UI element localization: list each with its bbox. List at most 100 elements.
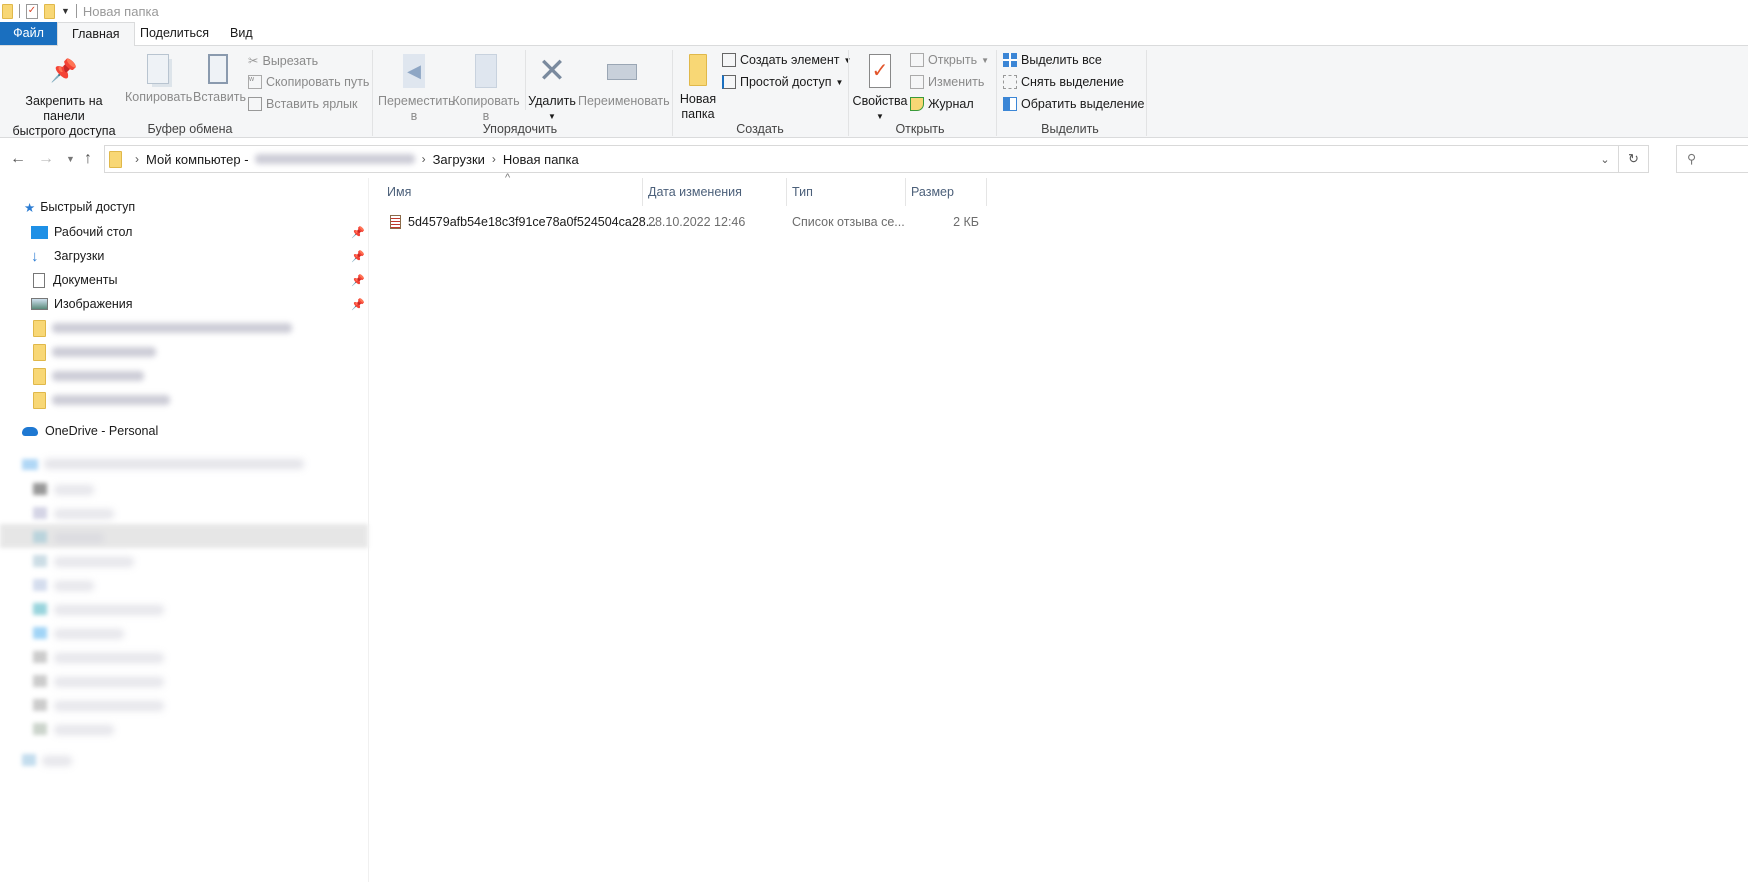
customize-qa-icon[interactable]: ▼ [61,6,70,16]
move-icon: ◀ [403,54,425,88]
history-icon [910,97,924,111]
up-button[interactable]: ↑ [84,145,92,173]
folder-icon [109,150,122,168]
sidebar-item-desktop[interactable]: Рабочий стол 📌 [0,220,368,244]
invert-selection-button[interactable]: Обратить выделение [1003,97,1144,111]
sidebar-item-onedrive[interactable]: OneDrive - Personal [0,419,368,443]
tab-file[interactable]: Файл [0,22,57,45]
address-dropdown-icon[interactable]: ⌄ [1592,153,1618,166]
divider [848,50,849,136]
search-box[interactable]: ⚲ [1676,145,1748,173]
column-header-size[interactable]: Размер [905,178,986,206]
copy-icon [147,54,169,84]
sidebar-item-pictures[interactable]: Изображения 📌 [0,292,368,316]
recent-locations-button[interactable]: ▼ [66,145,75,173]
file-name[interactable]: 5d4579afb54e18c3f91ce78a0f524504ca28... [408,212,656,232]
forward-button[interactable]: → [38,145,54,173]
copy-path-button[interactable]: w Скопировать путь [248,75,369,89]
star-icon: ★ [24,200,36,215]
blurred-text [44,459,304,469]
open-icon [910,53,924,67]
copy-to-icon [475,54,497,88]
cut-button[interactable]: ✂ Вырезать [248,53,318,69]
rename-button[interactable]: Переименовать [578,54,670,109]
desktop-icon [31,225,48,239]
chevron-right-icon: › [491,152,496,166]
pin-icon[interactable]: 📌 [351,226,365,239]
back-button[interactable]: ← [10,145,26,173]
new-folder-button[interactable]: Новая папка [676,54,720,122]
folder-icon [33,391,46,409]
refresh-button[interactable]: ↻ [1618,146,1648,172]
easy-access-icon [722,75,736,89]
paste-shortcut-button[interactable]: Вставить ярлык [248,97,358,111]
sidebar-item-folder[interactable] [0,388,368,412]
delete-button[interactable]: ✕ Удалить ▼ [528,54,576,124]
properties-button[interactable]: ✓ Свойства ▼ [852,54,908,124]
open-button[interactable]: Открыть ▼ [910,53,989,67]
folder-icon [2,3,13,19]
properties-qa-icon[interactable]: ✓ [26,3,38,19]
paste-shortcut-icon [248,97,262,111]
easy-access-button[interactable]: Простой доступ ▼ [722,75,843,89]
pin-icon[interactable]: 📌 [351,250,365,263]
sidebar-item-downloads[interactable]: ↓ Загрузки 📌 [0,244,368,268]
divider [372,50,373,136]
sidebar-item-folder[interactable] [0,340,368,364]
tab-view[interactable]: Вид [216,22,267,45]
new-item-icon [722,53,736,67]
select-all-button[interactable]: Выделить все [1003,53,1102,67]
pane-divider[interactable] [368,178,369,882]
paste-button[interactable]: Вставить [193,54,246,105]
downloads-icon: ↓ [31,247,39,265]
history-button[interactable]: Журнал [910,97,974,111]
clipboard-icon [208,54,228,84]
computer-icon [22,458,38,470]
column-header-date[interactable]: Дата изменения [642,178,786,206]
sidebar-item-this-pc[interactable] [0,452,368,476]
tab-share[interactable]: Поделиться [126,22,223,45]
edit-button[interactable]: Изменить [910,75,984,89]
invert-selection-icon [1003,97,1017,111]
sidebar-item-documents[interactable]: Документы 📌 [0,268,368,292]
divider [672,50,673,136]
breadcrumb-new-folder[interactable]: Новая папка [503,152,579,167]
group-label-select: Выделить [1041,122,1099,136]
blurred-text [52,395,170,405]
chevron-right-icon: › [135,152,139,166]
pin-quick-access-button[interactable]: 📌 Закрепить на панели быстрого доступа [4,54,124,139]
address-bar[interactable]: › Мой компьютер - › Загрузки › Новая пап… [104,145,1649,173]
dropdown-arrow-icon: ▼ [835,77,844,87]
sidebar-item-folder[interactable] [0,364,368,388]
breadcrumb-downloads[interactable]: Загрузки [433,152,485,167]
group-label-open: Открыть [895,122,945,136]
folder-icon [33,319,46,337]
copy-to-button[interactable]: Копировать в [452,54,520,124]
sidebar-blurred-items [0,476,368,812]
pin-icon[interactable]: 📌 [351,274,365,287]
move-to-button[interactable]: ◀ Переместить в [378,54,455,124]
new-folder-icon [689,54,707,86]
rename-icon [607,64,637,80]
documents-icon [33,272,45,288]
file-size: 2 КБ [953,215,979,229]
copy-button[interactable]: Копировать [125,54,192,105]
column-header-name[interactable]: Имя [381,178,642,206]
chevron-right-icon: › [421,152,426,166]
tab-home[interactable]: Главная [57,22,135,46]
sidebar-item-folder[interactable] [0,316,368,340]
divider[interactable] [986,178,987,206]
new-item-button[interactable]: Создать элемент▼ [722,53,851,67]
ribbon: 📌 Закрепить на панели быстрого доступа К… [0,45,1748,138]
pin-icon[interactable]: 📌 [351,298,365,311]
select-none-button[interactable]: Снять выделение [1003,75,1124,89]
column-header-type[interactable]: Тип [786,178,905,206]
blurred-text [52,347,156,357]
dropdown-arrow-icon: ▼ [981,55,990,65]
breadcrumb-this-pc[interactable]: Мой компьютер - [146,152,249,167]
sidebar-item-quick-access[interactable]: ★ Быстрый доступ [0,195,368,219]
select-none-icon [1003,75,1017,89]
blurred-text [52,323,292,333]
pin-icon: 📌 [50,58,78,83]
new-folder-qa-icon[interactable] [44,3,55,19]
